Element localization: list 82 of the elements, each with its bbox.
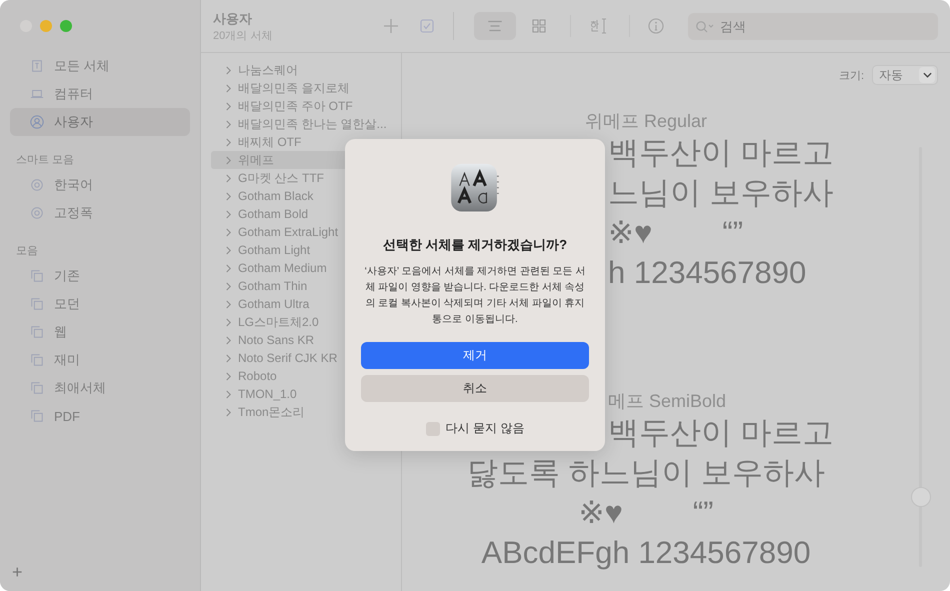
sample-text: ※♥ <box>578 494 623 532</box>
zoom-button[interactable] <box>60 20 72 32</box>
copy-icon <box>30 381 44 395</box>
chevron-right-icon[interactable] <box>225 372 232 380</box>
chevron-right-icon[interactable] <box>225 408 232 416</box>
remove-button[interactable]: 제거 <box>361 342 589 370</box>
person-icon <box>30 115 44 129</box>
sidebar-item[interactable]: 컴퓨터 <box>10 80 190 108</box>
chevron-right-icon[interactable] <box>225 120 232 128</box>
font-family-row[interactable]: G마켓 산스 TTF <box>211 169 391 187</box>
sidebar-item[interactable]: 모든 서체 <box>10 52 190 80</box>
laptop-icon <box>30 87 44 101</box>
sample-text: “” <box>692 494 714 532</box>
sidebar-item[interactable]: 한국어 <box>10 171 190 199</box>
chevron-right-icon[interactable] <box>225 282 232 290</box>
checkbox-icon[interactable] <box>419 18 435 34</box>
chevron-right-icon[interactable] <box>225 192 232 200</box>
sidebar-item[interactable]: 최애서체 <box>10 374 190 402</box>
section-heading: 스마트 모음 <box>15 153 76 168</box>
font-style-name: 위메프 Regular <box>584 110 708 133</box>
sample-text: h 1234567890 <box>608 254 806 292</box>
sidebar-item[interactable]: 웹 <box>10 318 190 346</box>
font-book-icon <box>30 59 44 73</box>
info-icon[interactable] <box>648 18 664 34</box>
copy-icon <box>30 353 44 367</box>
add-icon[interactable] <box>383 18 399 34</box>
chevron-right-icon[interactable] <box>225 336 232 344</box>
sidebar-item[interactable]: 모던 <box>10 290 190 318</box>
copy-icon <box>30 325 44 339</box>
chevron-right-icon[interactable] <box>225 300 232 308</box>
dialog-title: 선택한 서체를 제거하겠습니까? <box>382 236 568 254</box>
font-family-row[interactable]: Gotham Bold <box>211 205 391 223</box>
chevron-right-icon[interactable] <box>225 138 232 146</box>
sample-text: 백두산이 마르고 <box>608 414 834 452</box>
chevron-right-icon[interactable] <box>225 84 232 92</box>
chevron-right-icon[interactable] <box>225 156 232 164</box>
font-style-name: 메프 SemiBold <box>608 390 726 413</box>
chevron-right-icon[interactable] <box>225 174 232 182</box>
chevron-right-icon[interactable] <box>225 354 232 362</box>
font-family-row[interactable]: 배달의민족 주아 OTF <box>211 97 391 115</box>
chevron-right-icon[interactable] <box>225 210 232 218</box>
copy-icon <box>30 269 44 283</box>
search-field[interactable]: 검색 <box>688 12 938 40</box>
cancel-button[interactable]: 취소 <box>361 375 589 402</box>
font-family-row[interactable]: 배달의민족 을지로체 <box>211 79 391 97</box>
font-family-row[interactable]: Gotham Black <box>211 187 391 205</box>
checkbox-label: 다시 묻지 않음 <box>446 420 524 437</box>
font-family-row[interactable]: 배찌체 OTF <box>211 133 391 151</box>
grid-icon <box>531 18 547 34</box>
gear-icon <box>30 206 44 220</box>
chevron-right-icon[interactable] <box>225 318 232 326</box>
gear-icon <box>30 178 44 192</box>
copy-icon <box>30 297 44 311</box>
size-label: 크기: <box>838 68 864 82</box>
chevron-right-icon[interactable] <box>225 246 232 254</box>
chevron-right-icon[interactable] <box>225 66 232 74</box>
sample-text: ※♥ <box>608 214 652 252</box>
chevron-right-icon[interactable] <box>225 228 232 236</box>
minimize-button[interactable] <box>40 20 52 32</box>
collection-title: 사용자 <box>213 10 253 28</box>
sidebar-item[interactable]: 고정폭 <box>10 199 190 227</box>
chevron-right-icon[interactable] <box>225 264 232 272</box>
font-family-row[interactable]: 나눔스퀘어 <box>211 61 391 79</box>
font-family-row[interactable]: Tmon몬소리 <box>211 403 391 421</box>
copy-icon <box>30 409 44 423</box>
chevron-right-icon[interactable] <box>225 390 232 398</box>
size-dropdown[interactable]: 자동 <box>872 65 938 85</box>
list-view-button[interactable] <box>474 12 516 40</box>
font-family-row[interactable]: 배달의민족 한나는 열한살... <box>211 115 391 133</box>
chevron-down-icon <box>922 72 932 78</box>
sample-text: 백두산이 마르고 <box>608 134 834 172</box>
sample-text: 닳도록 하느님이 보우하사 <box>466 454 826 492</box>
chevron-right-icon[interactable] <box>225 102 232 110</box>
sample-text: 느님이 보우하사 <box>608 174 834 212</box>
sidebar-item[interactable]: 사용자 <box>10 108 190 136</box>
sample-text: ABcdEFgh 1234567890 <box>481 534 811 572</box>
section-heading: 모음 <box>15 244 39 259</box>
add-button[interactable]: + <box>10 562 25 583</box>
sidebar-item[interactable]: 기존 <box>10 262 190 290</box>
sidebar-item[interactable]: 재미 <box>10 346 190 374</box>
sample-text: “” <box>722 214 744 252</box>
sidebar-item[interactable]: PDF <box>10 402 190 430</box>
